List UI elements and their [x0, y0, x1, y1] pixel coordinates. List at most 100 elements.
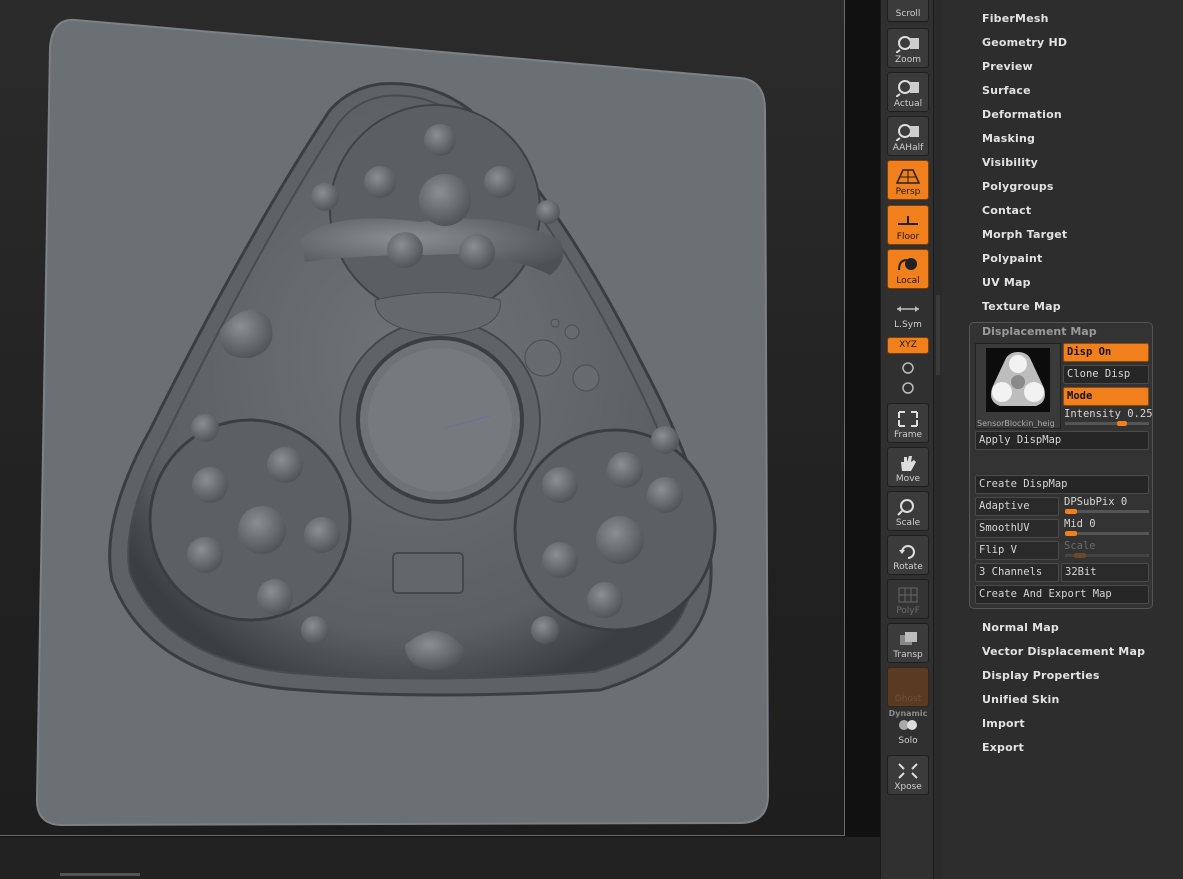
zoom-label: Zoom — [895, 55, 921, 65]
rotate-z-icon[interactable] — [900, 380, 916, 396]
hand-icon — [895, 454, 921, 472]
local-button[interactable]: Local — [887, 249, 929, 289]
menu-export[interactable]: Export — [982, 741, 1024, 754]
menu-visibility[interactable]: Visibility — [982, 156, 1038, 169]
transp-button[interactable]: Transp — [887, 623, 929, 663]
aahalf-label: AAHalf — [892, 143, 924, 153]
channels-button[interactable]: 3 Channels — [975, 563, 1059, 582]
transp-label: Transp — [893, 650, 923, 660]
mid-label: Mid — [1064, 518, 1083, 530]
menu-polypaint[interactable]: Polypaint — [982, 252, 1043, 265]
menu-contact[interactable]: Contact — [982, 204, 1031, 217]
xyz-label: XYZ — [899, 340, 917, 350]
magnifier-icon — [895, 79, 921, 97]
panel-splitter[interactable] — [934, 0, 942, 879]
menu-uv-map[interactable]: UV Map — [982, 276, 1031, 289]
polyf-label: PolyF — [896, 606, 920, 616]
disp-on-button[interactable]: Disp On — [1063, 343, 1149, 362]
dpsubpix-slider[interactable]: DPSubPix 0 — [1064, 496, 1150, 515]
scroll-icon — [895, 0, 921, 7]
actual-label: Actual — [893, 99, 923, 109]
rotate-icon — [895, 542, 921, 560]
menu-texture-map[interactable]: Texture Map — [982, 300, 1061, 313]
local-symmetry-icon — [895, 256, 921, 274]
persp-label: Persp — [895, 187, 921, 197]
magnifier-icon — [895, 123, 921, 141]
rotate-button[interactable]: Rotate — [887, 535, 929, 575]
apply-dispmap-button[interactable]: Apply DispMap — [975, 431, 1149, 450]
menu-preview[interactable]: Preview — [982, 60, 1033, 73]
xyz-button[interactable]: XYZ — [887, 337, 929, 354]
bottom-strip — [0, 837, 880, 879]
scale-slider-label: Scale — [1064, 540, 1096, 552]
scale-slider: Scale — [1064, 540, 1150, 559]
menu-surface[interactable]: Surface — [982, 84, 1031, 97]
displacement-map-title[interactable]: Displacement Map — [982, 325, 1097, 338]
perspective-grid-icon — [895, 167, 921, 185]
displacement-thumbnail[interactable]: SensorBlockin_heig — [975, 343, 1061, 429]
frame-label: Frame — [893, 430, 923, 440]
polyf-button[interactable]: PolyF — [887, 579, 929, 619]
floor-button[interactable]: Floor — [887, 205, 929, 245]
document-canvas[interactable] — [0, 0, 845, 836]
lsym-label: L.Sym — [894, 320, 922, 330]
intensity-slider[interactable]: Intensity 0.25 — [1064, 408, 1153, 427]
magnifier-icon — [895, 35, 921, 53]
right-shelf: Scroll Zoom Actual AAHalf Persp Floor Lo… — [880, 0, 934, 879]
menu-morph-target[interactable]: Morph Target — [982, 228, 1067, 241]
dpsubpix-value: 0 — [1120, 496, 1128, 508]
displacement-preview-image — [986, 348, 1050, 412]
menu-vector-displacement-map[interactable]: Vector Displacement Map — [982, 645, 1145, 658]
solo-label: Solo — [898, 736, 918, 746]
scroll-label: Scroll — [895, 9, 921, 19]
frame-button[interactable]: Frame — [887, 403, 929, 443]
create-export-map-button[interactable]: Create And Export Map — [975, 585, 1149, 604]
move-label: Move — [895, 474, 921, 484]
menu-fibermesh[interactable]: FiberMesh — [982, 12, 1049, 25]
rotate-label: Rotate — [893, 562, 923, 572]
menu-geometry-hd[interactable]: Geometry HD — [982, 36, 1067, 49]
transparency-icon — [895, 630, 921, 648]
xpose-label: Xpose — [894, 782, 922, 792]
thumbnail-label: SensorBlockin_heig — [977, 419, 1055, 428]
smoothuv-button[interactable]: SmoothUV — [975, 519, 1059, 538]
menu-masking[interactable]: Masking — [982, 132, 1035, 145]
local-label: Local — [896, 276, 920, 286]
sculpt-model[interactable] — [0, 0, 845, 836]
menu-deformation[interactable]: Deformation — [982, 108, 1062, 121]
ghost-label: Ghost — [894, 694, 922, 704]
floor-icon — [895, 212, 921, 230]
adaptive-button[interactable]: Adaptive — [975, 497, 1059, 516]
scale-button[interactable]: Scale — [887, 491, 929, 531]
magnifier-icon — [895, 498, 921, 516]
frame-icon — [895, 410, 921, 428]
clone-disp-button[interactable]: Clone Disp — [1063, 365, 1149, 384]
viewport[interactable] — [0, 0, 880, 879]
menu-import[interactable]: Import — [982, 717, 1025, 730]
ghost-button[interactable]: Ghost — [887, 667, 929, 707]
mid-slider[interactable]: Mid 0 — [1064, 518, 1150, 537]
scroll-button[interactable]: Scroll — [887, 0, 929, 22]
lsym-button[interactable]: L.Sym — [887, 292, 929, 332]
menu-unified-skin[interactable]: Unified Skin — [982, 693, 1060, 706]
tool-palette: FiberMesh Geometry HD Preview Surface De… — [942, 0, 1183, 879]
solo-button[interactable]: Solo — [887, 708, 929, 748]
flip-v-button[interactable]: Flip V — [975, 541, 1059, 560]
xpose-button[interactable]: Xpose — [887, 755, 929, 795]
menu-normal-map[interactable]: Normal Map — [982, 621, 1059, 634]
menu-display-properties[interactable]: Display Properties — [982, 669, 1100, 682]
mode-button[interactable]: Mode — [1063, 387, 1149, 406]
solo-icon — [895, 716, 921, 734]
zoom-button[interactable]: Zoom — [887, 28, 929, 68]
arrows-horizontal-icon — [895, 300, 921, 318]
mid-value: 0 — [1089, 518, 1096, 530]
ghost-icon — [895, 674, 921, 692]
persp-button[interactable]: Persp — [887, 160, 929, 200]
rotate-y-icon[interactable] — [900, 360, 916, 376]
menu-polygroups[interactable]: Polygroups — [982, 180, 1054, 193]
aahalf-button[interactable]: AAHalf — [887, 116, 929, 156]
move-button[interactable]: Move — [887, 447, 929, 487]
actual-button[interactable]: Actual — [887, 72, 929, 112]
32bit-button[interactable]: 32Bit — [1061, 563, 1149, 582]
create-dispmap-button[interactable]: Create DispMap — [975, 475, 1149, 494]
